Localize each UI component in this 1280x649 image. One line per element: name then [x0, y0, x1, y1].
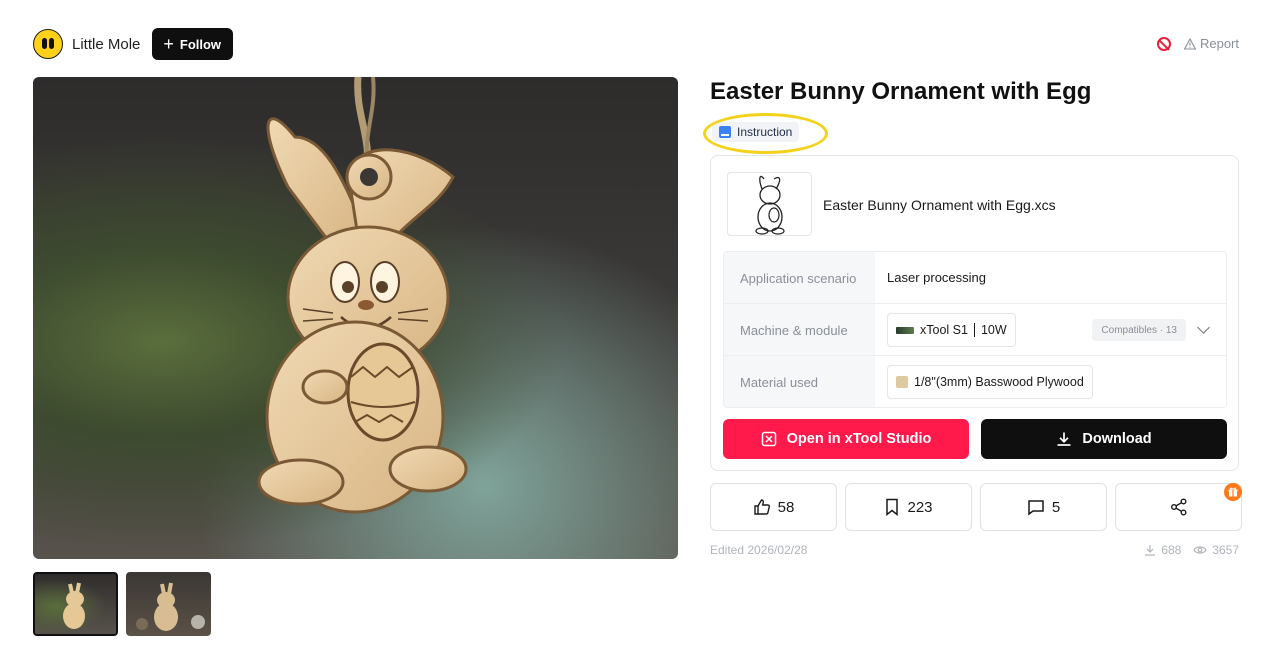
- scenario-value: Laser processing: [887, 270, 986, 285]
- compatibles-badge[interactable]: Compatibles · 13: [1092, 319, 1186, 341]
- doc-icon: [719, 126, 731, 138]
- view-count: 3657: [1212, 543, 1239, 557]
- like-count: 58: [777, 498, 795, 516]
- save-button[interactable]: 223: [845, 483, 972, 531]
- comment-icon: [1028, 500, 1044, 516]
- scenario-label: Application scenario: [740, 271, 857, 286]
- plus-icon: +: [163, 34, 174, 54]
- project-page: Little Mole + Follow Report Easter Bunny…: [0, 0, 1280, 649]
- open-label: Open in xTool Studio: [786, 431, 932, 447]
- download-label: Download: [1082, 431, 1152, 447]
- bookmark-icon: [886, 498, 899, 516]
- chip-divider: [973, 323, 975, 337]
- machine-chip[interactable]: xTool S1 10W: [887, 313, 1016, 347]
- follow-button[interactable]: + Follow: [152, 28, 234, 60]
- share-button[interactable]: [1115, 483, 1242, 531]
- file-card: Easter Bunny Ornament with Egg.xcs Appli…: [710, 155, 1239, 471]
- action-bar: 58 223 5: [710, 483, 1242, 531]
- thumbnail-2[interactable]: [126, 572, 211, 636]
- material-chip[interactable]: 1/8"(3mm) Basswood Plywood: [887, 365, 1093, 399]
- avatar[interactable]: [33, 29, 63, 59]
- download-icon: [1057, 432, 1071, 446]
- thumbs-up-icon: [753, 499, 770, 515]
- author-bar: Little Mole + Follow: [33, 28, 234, 60]
- report-area: Report: [1156, 36, 1239, 51]
- eye-icon: [1193, 546, 1207, 554]
- stats: 688 3657: [1144, 543, 1239, 557]
- view-stat: 3657: [1193, 543, 1239, 557]
- open-studio-icon: [761, 431, 776, 447]
- material-swatch: [896, 376, 908, 388]
- download-count: 688: [1161, 543, 1182, 557]
- instruction-tag[interactable]: Instruction: [712, 122, 800, 142]
- spec-row-scenario: Application scenario Laser processing: [724, 252, 1226, 304]
- spec-table: Application scenario Laser processing Ma…: [723, 251, 1227, 408]
- like-button[interactable]: 58: [710, 483, 837, 531]
- thumbnail-1[interactable]: [33, 572, 118, 636]
- download-icon: [1145, 545, 1156, 556]
- bunny-ornament-image: [257, 77, 468, 514]
- thumbnail-strip: [33, 572, 211, 636]
- follow-label: Follow: [179, 36, 222, 52]
- report-label: Report: [1199, 36, 1239, 51]
- machine-icon: [896, 326, 914, 334]
- comment-count: 5: [1051, 498, 1061, 516]
- page-title: Easter Bunny Ornament with Egg: [710, 78, 1092, 105]
- warning-icon: [1183, 37, 1196, 50]
- spec-row-machine: Machine & module xTool S1 10W Compatible…: [724, 304, 1226, 356]
- material-value: 1/8"(3mm) Basswood Plywood: [914, 375, 1084, 389]
- machine-name: xTool S1: [920, 323, 968, 337]
- chevron-down-icon[interactable]: [1197, 321, 1210, 334]
- file-thumbnail[interactable]: [727, 172, 812, 236]
- comment-button[interactable]: 5: [980, 483, 1107, 531]
- spec-row-material: Material used 1/8"(3mm) Basswood Plywood: [724, 356, 1226, 407]
- download-stat: 688: [1144, 543, 1181, 557]
- instruction-label: Instruction: [737, 125, 793, 139]
- download-button[interactable]: Download: [981, 419, 1227, 459]
- gift-icon[interactable]: [1224, 483, 1242, 501]
- file-name: Easter Bunny Ornament with Egg.xcs: [823, 197, 1056, 213]
- open-in-studio-button[interactable]: Open in xTool Studio: [723, 419, 969, 459]
- main-image[interactable]: [33, 77, 678, 559]
- block-icon[interactable]: [1156, 36, 1171, 51]
- author-name[interactable]: Little Mole: [72, 36, 140, 53]
- share-icon: [1170, 498, 1186, 516]
- save-count: 223: [907, 498, 933, 516]
- report-button[interactable]: Report: [1183, 36, 1239, 51]
- material-label: Material used: [740, 375, 819, 390]
- machine-label: Machine & module: [740, 323, 848, 338]
- edited-date: Edited 2026/02/28: [710, 543, 808, 557]
- bunny-sketch-icon: [755, 175, 785, 235]
- machine-module: 10W: [980, 323, 1007, 337]
